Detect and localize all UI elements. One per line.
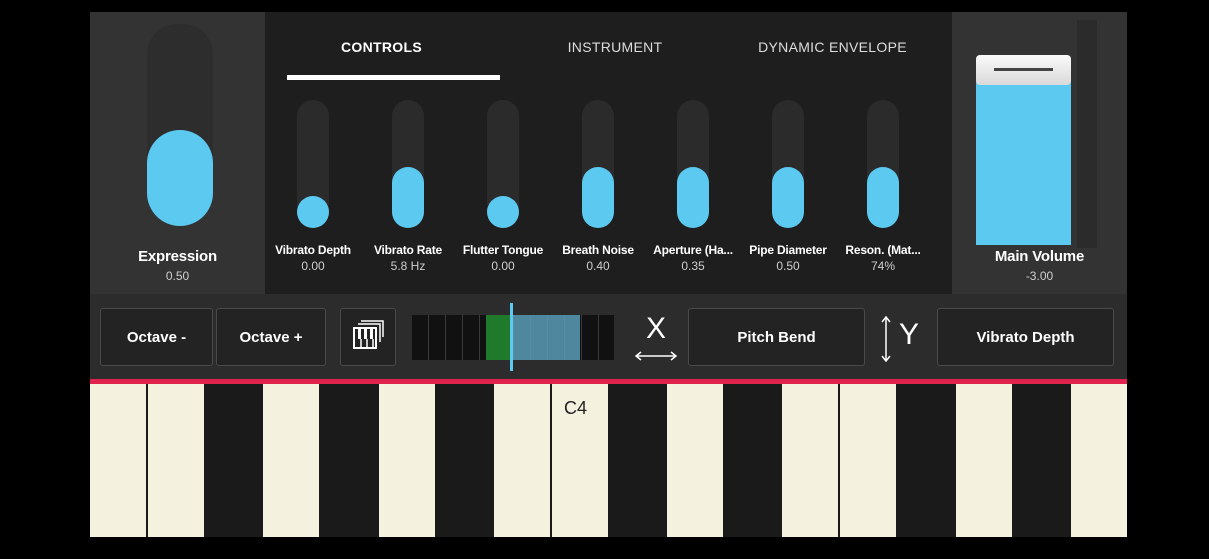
synth-app: Expression 0.50 CONTROLS INSTRUMENT DYNA… [90, 12, 1127, 537]
slider-track[interactable] [582, 100, 614, 228]
expression-label: Expression [138, 248, 217, 265]
slider-handle[interactable] [772, 167, 804, 228]
main-volume-panel: Main Volume -3.00 [952, 12, 1127, 294]
slider-handle[interactable] [677, 167, 709, 228]
main-volume-handle[interactable] [976, 55, 1071, 85]
keyboard-overview-scroller[interactable] [412, 303, 614, 371]
white-key[interactable] [1071, 384, 1127, 537]
white-key[interactable] [148, 384, 204, 537]
slider-track[interactable] [392, 100, 424, 228]
slider-track[interactable] [772, 100, 804, 228]
slider-value: 74% [870, 259, 896, 273]
slider-label: Vibrato Rate [373, 243, 443, 257]
slider-label: Flutter Tongue [462, 243, 544, 257]
expression-slider-handle[interactable] [147, 130, 213, 226]
slider-handle[interactable] [487, 196, 519, 228]
slider-handle[interactable] [297, 196, 329, 228]
octave-down-button[interactable]: Octave - [100, 308, 213, 366]
y-axis-letter: Y [898, 318, 919, 351]
slider-label: Breath Noise [562, 243, 634, 257]
slider-label: Reson. (Mat... [845, 243, 921, 257]
octave-up-button[interactable]: Octave + [216, 308, 326, 366]
main-volume-fill [976, 67, 1071, 245]
slider-value: 0.40 [586, 259, 610, 273]
slider-value: 0.50 [776, 259, 800, 273]
slider-value: 0.00 [301, 259, 325, 273]
white-key[interactable] [840, 384, 896, 537]
main-volume-level-meter [1077, 20, 1097, 248]
white-key[interactable] [263, 384, 319, 537]
slider-label: Pipe Diameter [749, 243, 827, 257]
white-key[interactable] [956, 384, 1012, 537]
piano-icon [351, 319, 385, 355]
slider-track[interactable] [677, 100, 709, 228]
x-axis-icon: X [633, 312, 679, 364]
handle-grip-line [994, 68, 1053, 71]
expression-slider-track[interactable] [147, 24, 213, 226]
tab-controls[interactable]: CONTROLS [285, 39, 478, 55]
pitch-bend-button[interactable]: Pitch Bend [688, 308, 865, 366]
white-key[interactable] [379, 384, 435, 537]
overview-position-line [510, 303, 513, 371]
key-label-c4: C4 [564, 398, 588, 418]
main-volume-value: -3.00 [1025, 269, 1054, 283]
overview-green-marker [486, 315, 510, 360]
slider-value: 0.35 [681, 259, 705, 273]
active-tab-indicator [287, 75, 500, 80]
y-axis-icon: Y [880, 312, 926, 364]
slider-handle[interactable] [392, 167, 424, 228]
white-key[interactable] [667, 384, 723, 537]
tab-dynamic-envelope[interactable]: DYNAMIC ENVELOPE [730, 39, 935, 55]
controls-panel: CONTROLS INSTRUMENT DYNAMIC ENVELOPE Vib… [265, 12, 952, 294]
x-axis-letter: X [645, 312, 666, 345]
vibrato-depth-button[interactable]: Vibrato Depth [937, 308, 1114, 366]
slider-label: Aperture (Ha... [653, 243, 733, 257]
slider-track[interactable] [867, 100, 899, 228]
expression-panel: Expression 0.50 [90, 12, 265, 294]
main-volume-label: Main Volume [994, 248, 1085, 265]
slider-track[interactable] [487, 100, 519, 228]
white-key[interactable] [782, 384, 838, 537]
expression-value: 0.50 [165, 269, 190, 283]
keyboard-range-button[interactable] [340, 308, 396, 366]
piano-keyboard[interactable]: C4 [90, 384, 1127, 537]
slider-handle[interactable] [867, 167, 899, 228]
slider-track[interactable] [297, 100, 329, 228]
slider-handle[interactable] [582, 167, 614, 228]
slider-value: 5.8 Hz [390, 259, 426, 273]
white-key[interactable] [90, 384, 146, 537]
slider-value: 0.00 [491, 259, 515, 273]
slider-label: Vibrato Depth [275, 243, 351, 257]
tab-instrument[interactable]: INSTRUMENT [515, 39, 715, 55]
white-key[interactable] [494, 384, 550, 537]
